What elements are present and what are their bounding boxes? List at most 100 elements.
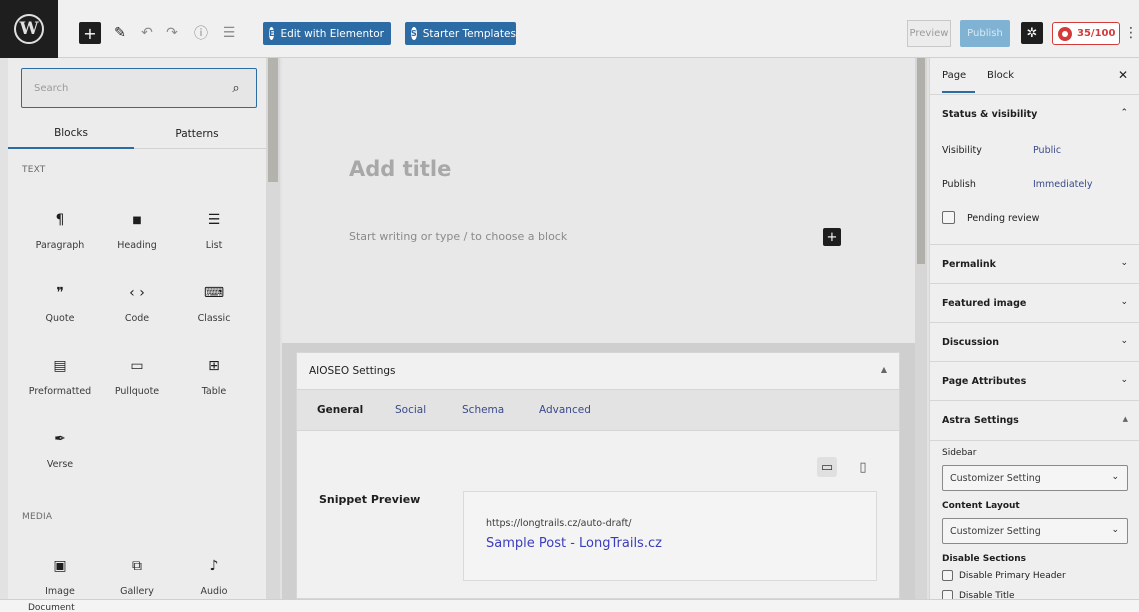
- audio-icon: ♪: [209, 558, 219, 574]
- block-code[interactable]: ‹ › Code: [99, 278, 175, 342]
- caret-up-icon[interactable]: ▲: [1123, 415, 1128, 423]
- block-label: Quote: [45, 313, 75, 324]
- block-label: Audio: [200, 586, 228, 597]
- info-icon[interactable]: ⓘ: [192, 22, 210, 44]
- collapse-caret-icon[interactable]: ▲: [881, 365, 887, 374]
- block-verse[interactable]: ✒ Verse: [22, 424, 98, 488]
- status-visibility-header[interactable]: Status & visibility: [942, 109, 1037, 120]
- block-list[interactable]: ☰ List: [176, 205, 252, 269]
- aioseo-panel-header[interactable]: AIOSEO Settings ▲: [297, 353, 899, 390]
- category-text-heading: TEXT: [22, 165, 46, 175]
- sidebar-tabs: Page Block ✕: [930, 58, 1139, 95]
- disable-sections-label: Disable Sections: [942, 554, 1027, 564]
- block-table[interactable]: ⊞ Table: [176, 351, 252, 415]
- heading-icon: ■: [132, 214, 142, 226]
- visibility-value-link[interactable]: Public: [1033, 145, 1061, 156]
- publish-date-link[interactable]: Immediately: [1033, 179, 1092, 190]
- publish-label: Publish: [942, 179, 976, 190]
- more-options-icon[interactable]: ⋮: [1124, 22, 1138, 44]
- verse-pen-icon: ✒: [54, 431, 66, 447]
- block-heading[interactable]: ■ Heading: [99, 205, 175, 269]
- tab-general[interactable]: General: [317, 404, 363, 416]
- disable-primary-header-checkbox[interactable]: [942, 570, 953, 581]
- code-icon: ‹ ›: [129, 285, 145, 301]
- block-audio[interactable]: ♪ Audio: [176, 551, 252, 599]
- disable-primary-header-label: Disable Primary Header: [959, 571, 1066, 581]
- starter-templates-button[interactable]: S Starter Templates: [405, 22, 516, 45]
- block-label: Paragraph: [35, 240, 85, 251]
- block-label: Pullquote: [114, 386, 160, 397]
- chevron-down-icon: ⌄: [1120, 297, 1128, 307]
- preview-button[interactable]: Preview: [907, 20, 951, 47]
- sidebar-layout-select[interactable]: Customizer Setting ⌄: [942, 465, 1128, 491]
- discussion-section[interactable]: Discussion ⌄: [930, 323, 1139, 362]
- block-label: Classic: [197, 313, 231, 324]
- elementor-label: Edit with Elementor: [280, 27, 384, 40]
- block-pullquote[interactable]: ▭ Pullquote: [99, 351, 175, 415]
- sidebar-setting-label: Sidebar: [942, 448, 977, 458]
- disable-title-checkbox[interactable]: [942, 590, 953, 599]
- pending-review-checkbox[interactable]: [942, 211, 955, 224]
- list-view-icon[interactable]: ☰: [220, 22, 238, 44]
- paragraph-placeholder[interactable]: Start writing or type / to choose a bloc…: [349, 230, 567, 243]
- inserter-scrollbar[interactable]: [266, 58, 280, 599]
- scrollbar-thumb[interactable]: [917, 58, 925, 264]
- block-image[interactable]: ▣ Image: [22, 551, 98, 599]
- tab-blocks[interactable]: Blocks: [8, 119, 134, 149]
- edit-tools-icon[interactable]: ✎: [111, 22, 129, 44]
- post-title-input[interactable]: Add title: [349, 157, 451, 181]
- block-label: Table: [201, 386, 227, 397]
- status-visibility-section: Status & visibility ⌃ Visibility Public …: [930, 95, 1139, 245]
- content-layout-select-value: Customizer Setting: [950, 525, 1041, 537]
- tab-social[interactable]: Social: [395, 404, 426, 416]
- block-quote[interactable]: ❞ Quote: [22, 278, 98, 342]
- publish-button[interactable]: Publish: [960, 20, 1010, 47]
- scrollbar-thumb[interactable]: [268, 58, 278, 182]
- visibility-label: Visibility: [942, 145, 982, 156]
- block-label: Image: [45, 586, 75, 597]
- disable-title-label: Disable Title: [959, 591, 1015, 599]
- tab-schema[interactable]: Schema: [462, 404, 504, 416]
- list-icon: ☰: [207, 212, 221, 228]
- add-block-button[interactable]: +: [79, 22, 101, 44]
- block-preformatted[interactable]: ▤ Preformatted: [22, 351, 98, 415]
- block-label: Code: [124, 313, 150, 324]
- aioseo-tabs: General Social Schema Advanced: [297, 390, 899, 431]
- tab-page[interactable]: Page: [942, 70, 975, 93]
- elementor-icon: E: [269, 27, 275, 40]
- desktop-preview-icon[interactable]: ▭: [817, 457, 837, 477]
- permalink-section[interactable]: Permalink ⌄: [930, 245, 1139, 284]
- tab-patterns[interactable]: Patterns: [134, 119, 260, 149]
- wordpress-logo[interactable]: W: [0, 0, 58, 58]
- block-gallery[interactable]: ⧉ Gallery: [99, 551, 175, 599]
- block-classic[interactable]: ⌨ Classic: [176, 278, 252, 342]
- page-attributes-section[interactable]: Page Attributes ⌄: [930, 362, 1139, 401]
- featured-image-section[interactable]: Featured image ⌄: [930, 284, 1139, 323]
- breadcrumb[interactable]: Document: [28, 603, 75, 612]
- tab-block[interactable]: Block: [987, 70, 1014, 81]
- block-label: Heading: [117, 240, 157, 251]
- preformatted-icon: ▤: [53, 358, 67, 374]
- close-icon[interactable]: ✕: [1118, 68, 1128, 82]
- permalink-header: Permalink: [942, 259, 996, 270]
- image-icon: ▣: [53, 558, 67, 574]
- aioseo-settings-panel: AIOSEO Settings ▲ General Social Schema …: [296, 352, 900, 599]
- content-layout-select[interactable]: Customizer Setting ⌄: [942, 518, 1128, 544]
- edit-with-elementor-button[interactable]: E Edit with Elementor: [263, 22, 391, 45]
- settings-gear-icon[interactable]: ✲: [1021, 22, 1043, 44]
- undo-icon[interactable]: ↶: [139, 22, 155, 44]
- chevron-up-icon[interactable]: ⌃: [1120, 108, 1128, 118]
- astra-settings-header[interactable]: Astra Settings: [942, 415, 1019, 426]
- mobile-preview-icon[interactable]: ▯: [853, 457, 873, 477]
- editor-canvas: Add title Start writing or type / to cho…: [282, 58, 915, 343]
- block-paragraph[interactable]: ¶ Paragraph: [22, 205, 98, 269]
- settings-sidebar: Page Block ✕ Status & visibility ⌃ Visib…: [929, 58, 1139, 599]
- block-search-input[interactable]: [22, 69, 222, 107]
- table-icon: ⊞: [208, 358, 220, 374]
- canvas-scrollbar[interactable]: [915, 58, 927, 599]
- redo-icon[interactable]: ↷: [164, 22, 180, 44]
- add-block-inline-button[interactable]: +: [823, 228, 841, 246]
- tab-advanced[interactable]: Advanced: [539, 404, 591, 416]
- aioseo-score-button[interactable]: 35/100: [1052, 22, 1120, 45]
- search-icon[interactable]: ⌕: [228, 80, 244, 96]
